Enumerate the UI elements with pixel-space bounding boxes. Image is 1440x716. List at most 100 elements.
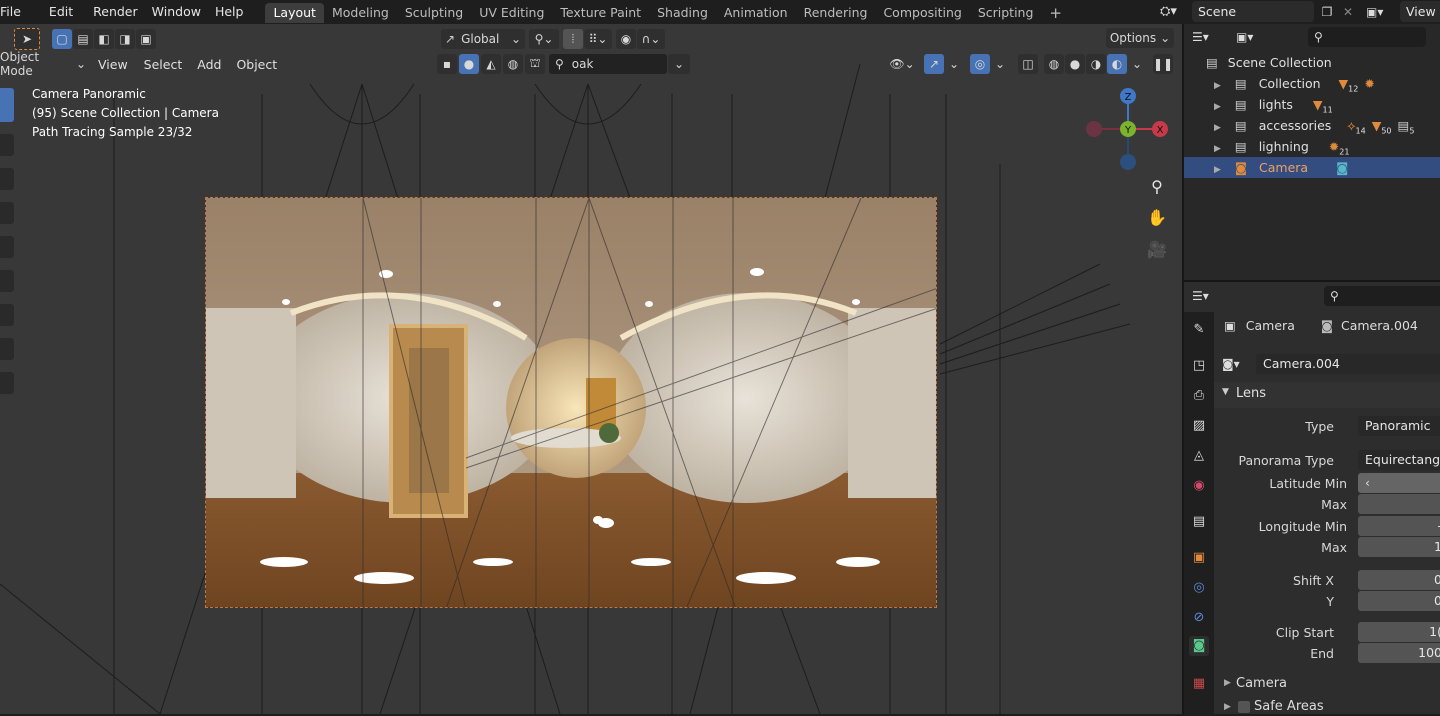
scene-collection-row[interactable]: ▤ Scene Collection: [1184, 52, 1440, 73]
proportional-edit-icon[interactable]: ◉: [616, 29, 636, 49]
editor-type-icon[interactable]: ☰▾: [1192, 286, 1226, 306]
tab-texture-paint[interactable]: Texture Paint: [552, 3, 649, 23]
outliner-row-camera[interactable]: ▶ ◙ Camera ◙: [1184, 157, 1440, 178]
longitude-min-field[interactable]: -: [1358, 516, 1440, 536]
filter-dropdown-icon[interactable]: ⌄: [668, 54, 690, 74]
output-tab-icon[interactable]: ⎙: [1189, 386, 1209, 406]
shift-y-field[interactable]: 0: [1358, 591, 1440, 611]
tab-scripting[interactable]: Scripting: [970, 3, 1042, 23]
snap-element-icon[interactable]: ⠿⌄: [584, 29, 612, 49]
select-tool-icon[interactable]: ➤: [14, 28, 40, 50]
outliner-row-accessories[interactable]: ▶ ▤ accessories ⟡14 ▼50 ▤5: [1184, 115, 1440, 136]
world-tab-icon[interactable]: ◉: [1189, 476, 1209, 496]
collection-tab-icon[interactable]: ▤: [1189, 512, 1209, 532]
xray-toggle-icon[interactable]: ◫: [1018, 54, 1038, 74]
cursor-tool-icon[interactable]: [0, 134, 14, 156]
latitude-min-field[interactable]: ‹: [1358, 473, 1440, 493]
menu-help[interactable]: Help: [209, 0, 252, 24]
tab-modeling[interactable]: Modeling: [324, 3, 397, 23]
menu-window[interactable]: Window: [146, 0, 209, 24]
scene-selector-icon[interactable]: ⛭▾: [1160, 2, 1190, 22]
select-box-tool-icon[interactable]: [0, 88, 14, 122]
add-cube-tool-icon[interactable]: [0, 372, 14, 394]
tab-uv-editing[interactable]: UV Editing: [471, 3, 552, 23]
annotate-tool-icon[interactable]: [0, 304, 14, 326]
outliner-row-lights[interactable]: ▶ ▤ lights ▼11: [1184, 94, 1440, 115]
clip-end-field[interactable]: 100: [1358, 643, 1440, 663]
neg-x-axis-handle[interactable]: [1086, 121, 1102, 137]
3d-viewport[interactable]: ➤ ▢ ▤ ◧ ◨ ▣ ↗ Global ⌄ ⚲⌄ ⦙ ⠿⌄ ◉ ∩⌄ Opti…: [0, 24, 1182, 714]
tab-layout[interactable]: Layout: [265, 3, 324, 23]
tab-sculpting[interactable]: Sculpting: [397, 3, 471, 23]
rendered-shading-icon[interactable]: ◐: [1107, 54, 1127, 74]
tab-rendering[interactable]: Rendering: [796, 3, 876, 23]
expand-arrow-icon[interactable]: ▶: [1214, 81, 1221, 91]
material-shading-icon[interactable]: ◑: [1086, 54, 1106, 74]
outliner-row-collection[interactable]: ▶ ▤ Collection ▼12 ✹: [1184, 73, 1440, 94]
select-mode-intersect-icon[interactable]: ▣: [136, 29, 156, 49]
wireframe-shading-icon[interactable]: ◍: [1044, 54, 1064, 74]
navigation-gizmo[interactable]: Z X Y: [1082, 84, 1174, 176]
safe-areas-section-header[interactable]: ▶ Safe Areas: [1214, 698, 1440, 716]
display-mode-icon[interactable]: ▣▾: [1236, 27, 1270, 47]
menu-view[interactable]: View: [98, 57, 128, 72]
snap-icon[interactable]: ⦙: [563, 29, 583, 49]
longitude-max-field[interactable]: 1: [1358, 537, 1440, 557]
menu-render[interactable]: Render: [81, 0, 146, 24]
add-workspace-button[interactable]: +: [1041, 3, 1070, 23]
material-filter-icon[interactable]: ⛫: [525, 54, 545, 74]
clip-start-field[interactable]: 1(: [1358, 622, 1440, 642]
options-dropdown[interactable]: Options ⌄: [1106, 28, 1174, 48]
object-tab-icon[interactable]: ▣: [1189, 548, 1209, 568]
gizmo-toggle-icon[interactable]: ↗: [924, 54, 944, 74]
menu-object[interactable]: Object: [236, 57, 277, 72]
pan-hand-icon[interactable]: ✋: [1146, 207, 1168, 229]
camera-data-browse-icon[interactable]: ◙▾: [1222, 354, 1252, 374]
select-mode-invert-icon[interactable]: ◨: [115, 29, 135, 49]
transform-tool-icon[interactable]: [0, 270, 14, 292]
mesh-filter-icon[interactable]: ▪: [437, 54, 457, 74]
type-dropdown[interactable]: Panoramic: [1358, 416, 1440, 436]
select-mode-extend-icon[interactable]: ▤: [73, 29, 93, 49]
tab-compositing[interactable]: Compositing: [875, 3, 969, 23]
light-filter-icon[interactable]: ●: [459, 54, 479, 74]
select-mode-subtract-icon[interactable]: ◧: [94, 29, 114, 49]
render-tab-icon[interactable]: ◳: [1189, 356, 1209, 376]
chevron-down-icon[interactable]: ⌄: [1127, 54, 1147, 74]
lens-section-header[interactable]: ▼ Lens: [1214, 382, 1440, 408]
move-tool-icon[interactable]: [0, 168, 14, 190]
camera-data-block-field[interactable]: Camera.004: [1256, 354, 1440, 374]
pause-render-icon[interactable]: ❚❚: [1153, 54, 1173, 74]
visibility-icon[interactable]: 👁⌄: [886, 54, 918, 74]
view-layer-icon[interactable]: ▣▾: [1366, 2, 1398, 22]
scene-name-field[interactable]: Scene: [1192, 1, 1314, 22]
chevron-down-icon[interactable]: ⌄: [944, 54, 964, 74]
proportional-falloff-icon[interactable]: ∩⌄: [637, 29, 665, 49]
editor-type-icon[interactable]: ☰▾: [1192, 27, 1226, 47]
texture-tab-icon[interactable]: ▦: [1189, 674, 1209, 694]
menu-select[interactable]: Select: [144, 57, 183, 72]
menu-file[interactable]: File: [0, 0, 29, 24]
new-scene-icon[interactable]: ❐: [1318, 2, 1336, 22]
camera-filter-icon[interactable]: ◭: [481, 54, 501, 74]
outliner-row-lighning[interactable]: ▶ ▤ lighning ✹21: [1184, 136, 1440, 157]
select-mode-new-icon[interactable]: ▢: [52, 29, 72, 49]
zoom-icon[interactable]: ⚲: [1146, 176, 1168, 198]
latitude-max-field[interactable]: [1358, 494, 1440, 514]
tab-shading[interactable]: Shading: [649, 3, 716, 23]
pivot-point-icon[interactable]: ⚲⌄: [529, 29, 559, 49]
transform-orientation-dropdown[interactable]: ↗ Global ⌄: [441, 29, 525, 49]
view-layer-field[interactable]: View L: [1400, 1, 1440, 40]
expand-arrow-icon[interactable]: ▶: [1214, 144, 1221, 154]
expand-arrow-icon[interactable]: ▶: [1214, 123, 1221, 133]
shift-x-field[interactable]: 0: [1358, 570, 1440, 590]
tab-animation[interactable]: Animation: [716, 3, 796, 23]
menu-edit[interactable]: Edit: [29, 0, 81, 24]
camera-view-icon[interactable]: 🎥: [1146, 239, 1168, 261]
mode-dropdown[interactable]: Object Mode ⌄: [0, 50, 86, 78]
delete-scene-icon[interactable]: ✕: [1340, 2, 1356, 22]
measure-tool-icon[interactable]: [0, 338, 14, 360]
overlays-toggle-icon[interactable]: ◎: [970, 54, 990, 74]
search-input[interactable]: ⚲ oak: [549, 54, 667, 74]
panorama-type-dropdown[interactable]: Equirectangula: [1358, 450, 1440, 470]
